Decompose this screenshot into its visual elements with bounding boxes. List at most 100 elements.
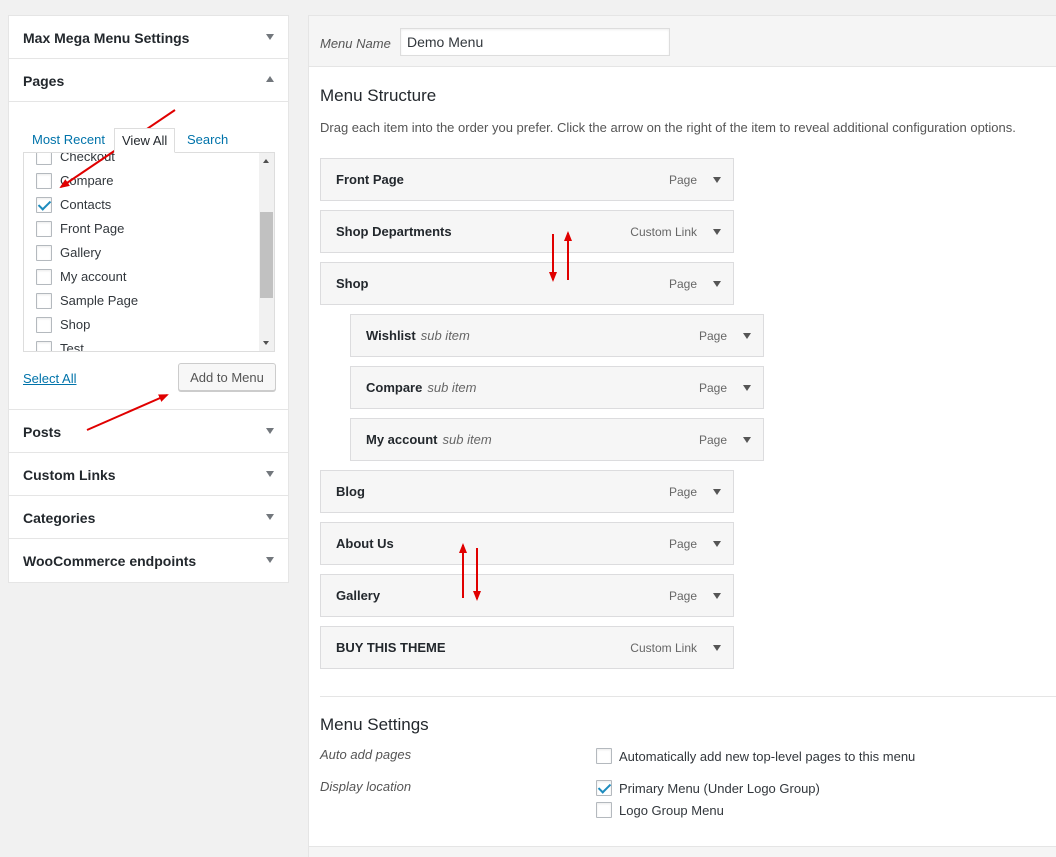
pages-tabs: Most Recent View All Search [23, 128, 274, 153]
page-checkbox[interactable] [36, 173, 52, 189]
page-checkbox[interactable] [36, 245, 52, 261]
chevron-down-icon [266, 34, 274, 40]
accordion: Max Mega Menu Settings Pages Most Recent… [8, 15, 289, 583]
page-checkbox[interactable] [36, 341, 52, 351]
section-title: Max Mega Menu Settings [23, 30, 190, 46]
section-title: Categories [23, 510, 96, 526]
menu-management-panel: Menu Name Menu Structure Drag each item … [308, 15, 1056, 857]
chevron-down-icon [266, 471, 274, 477]
section-pages[interactable]: Pages [9, 59, 288, 102]
menu-subitem[interactable]: Compare sub item Page [350, 366, 764, 409]
menu-item[interactable]: Front Page Page [320, 158, 734, 201]
tab-view-all[interactable]: View All [114, 128, 176, 153]
page-checkbox[interactable] [36, 221, 52, 237]
expand-arrow-icon[interactable] [743, 437, 751, 443]
menu-item[interactable]: Shop Page [320, 262, 734, 305]
menu-item-title-text: Wishlist [366, 328, 416, 343]
section-title: Posts [23, 424, 62, 440]
page-label: Checkout [60, 152, 115, 164]
menu-name-input[interactable] [400, 28, 670, 56]
expand-arrow-icon[interactable] [713, 489, 721, 495]
location-primary-checkbox[interactable] [596, 780, 612, 796]
menu-item-title-text: BUY THIS THEME [336, 640, 446, 655]
chevron-down-icon [266, 557, 274, 563]
menu-subitem[interactable]: My account sub item Page [350, 418, 764, 461]
page-label: My account [60, 269, 127, 284]
chevron-down-icon [266, 428, 274, 434]
menu-item-type: Page [698, 433, 727, 447]
expand-arrow-icon[interactable] [743, 385, 751, 391]
menu-item-title-text: Shop [336, 276, 369, 291]
menu-item-title-text: About Us [336, 536, 394, 551]
menu-item-type: Page [668, 173, 697, 187]
menu-item[interactable]: Shop Departments Custom Link [320, 210, 734, 253]
page-checkbox[interactable] [36, 317, 52, 333]
page-checkbox[interactable] [36, 153, 52, 165]
location-logo-group-checkbox[interactable] [596, 802, 612, 818]
expand-arrow-icon[interactable] [713, 177, 721, 183]
page-label: Compare [60, 173, 114, 188]
scroll-down-icon[interactable] [263, 341, 269, 345]
sub-item-label: sub item [427, 380, 477, 395]
page-label: Front Page [60, 221, 125, 236]
auto-add-option-label: Automatically add new top-level pages to… [619, 749, 916, 764]
menu-item-type: Page [698, 329, 727, 343]
menu-item-title-text: My account [366, 432, 438, 447]
menu-item[interactable]: Gallery Page [320, 574, 734, 617]
menu-item-title-text: Compare [366, 380, 423, 395]
chevron-up-icon [266, 76, 274, 82]
menu-item-title-text: Blog [336, 484, 365, 499]
menu-item[interactable]: Blog Page [320, 470, 734, 513]
menu-item[interactable]: About Us Page [320, 522, 734, 565]
menu-item-type: Custom Link [630, 225, 697, 239]
scrollbar[interactable] [259, 153, 274, 351]
add-menu-items-sidebar: Max Mega Menu Settings Pages Most Recent… [8, 15, 289, 583]
scroll-up-icon[interactable] [263, 159, 269, 163]
menu-settings-title: Menu Settings [320, 715, 429, 734]
expand-arrow-icon[interactable] [713, 541, 721, 547]
page-checkbox[interactable] [36, 293, 52, 309]
menu-name-label: Menu Name [320, 36, 391, 51]
pages-checklist-panel[interactable]: Checkout Compare Contacts Front Page Gallery… [23, 152, 275, 352]
section-categories[interactable]: Categories [9, 496, 288, 539]
sub-item-label: sub item [442, 432, 492, 447]
add-to-menu-button[interactable]: Add to Menu [178, 363, 276, 391]
menu-item[interactable]: BUY THIS THEME Custom Link [320, 626, 734, 669]
tab-most-recent[interactable]: Most Recent [32, 128, 105, 153]
tab-search[interactable]: Search [187, 128, 228, 153]
auto-add-checkbox[interactable] [596, 748, 612, 764]
expand-arrow-icon[interactable] [743, 333, 751, 339]
section-custom-links[interactable]: Custom Links [9, 453, 288, 496]
menu-item-title: Wishlist sub item [366, 328, 470, 343]
expand-arrow-icon[interactable] [713, 645, 721, 651]
menu-item-type: Page [668, 537, 697, 551]
auto-add-pages-label: Auto add pages [320, 747, 412, 762]
expand-arrow-icon[interactable] [713, 281, 721, 287]
select-all-link[interactable]: Select All [23, 371, 76, 386]
page-label: Shop [60, 317, 91, 332]
menu-item-type: Custom Link [630, 641, 697, 655]
page-label: Gallery [60, 245, 102, 260]
scroll-thumb[interactable] [260, 212, 273, 298]
menu-header: Menu Name [309, 16, 1056, 67]
menu-item-title: Front Page [336, 172, 404, 187]
page-checkbox[interactable] [36, 197, 52, 213]
page-label: Test [60, 341, 84, 352]
menu-item-type: Page [668, 589, 697, 603]
menu-item-title-text: Front Page [336, 172, 404, 187]
menu-item-title: BUY THIS THEME [336, 640, 446, 655]
expand-arrow-icon[interactable] [713, 593, 721, 599]
page-checkbox[interactable] [36, 269, 52, 285]
menu-item-title: My account sub item [366, 432, 492, 447]
expand-arrow-icon[interactable] [713, 229, 721, 235]
section-title: WooCommerce endpoints [23, 553, 197, 569]
divider [320, 696, 1056, 697]
section-woocommerce-endpoints[interactable]: WooCommerce endpoints [9, 539, 288, 582]
section-posts[interactable]: Posts [9, 410, 288, 453]
menu-item-title: Blog [336, 484, 365, 499]
page-label: Contacts [60, 197, 112, 212]
menu-structure-title: Menu Structure [320, 86, 437, 105]
menu-subitem[interactable]: Wishlist sub item Page [350, 314, 764, 357]
section-max-mega-menu-settings[interactable]: Max Mega Menu Settings [9, 16, 288, 59]
menu-structure-description: Drag each item into the order you prefer… [320, 120, 1016, 135]
